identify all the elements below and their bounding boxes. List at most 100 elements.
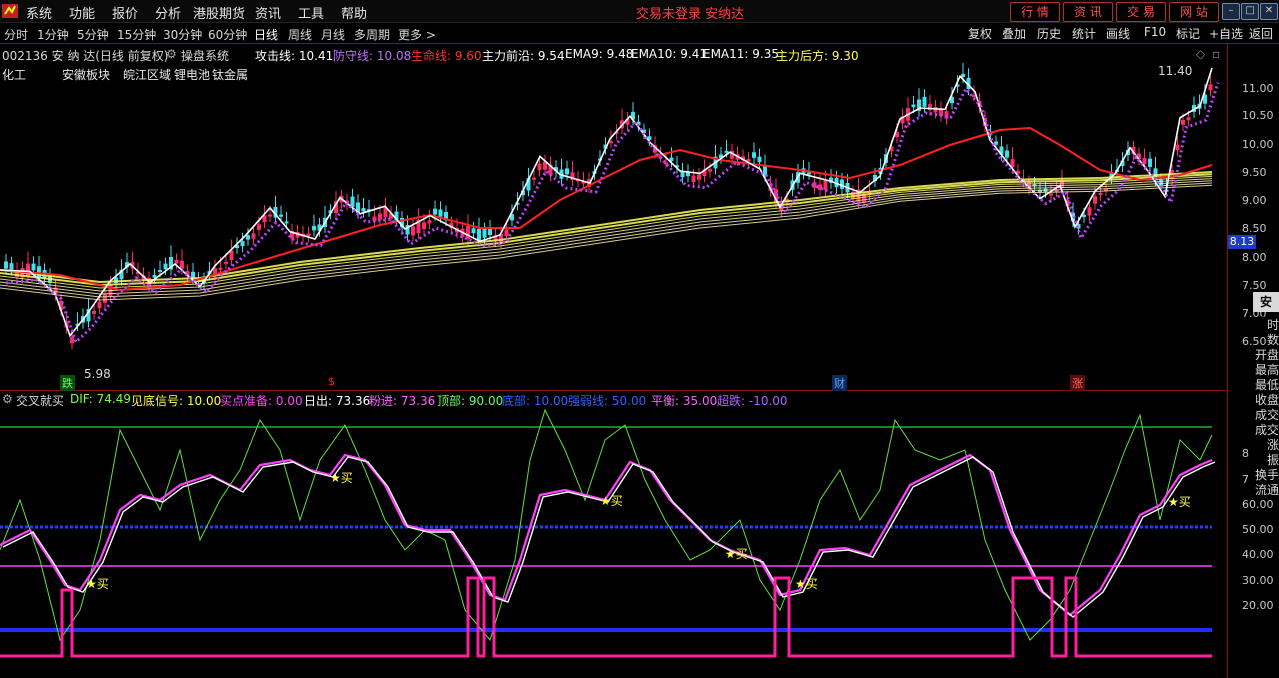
candle-body (422, 222, 426, 230)
candle-body (504, 229, 509, 237)
lower-tick: 20.00 (1242, 599, 1274, 612)
ema-ribbon-line (0, 182, 1213, 298)
candle-body (1208, 84, 1213, 91)
price-tick: 10.50 (1242, 109, 1274, 122)
lower-sunrise: 日出: 73.36 (304, 394, 371, 408)
lower-pink-in: 粉进: 73.36 (369, 394, 436, 408)
candle-body (103, 293, 107, 303)
candle-body (477, 228, 481, 241)
lower-buy-prep: 买点准备: 0.00 (220, 394, 303, 408)
ema-ribbon-line (0, 180, 1213, 295)
price-tick: 11.00 (1242, 82, 1274, 95)
lower-bottom: 底部: 10.00 (502, 394, 569, 408)
high-price-label: 11.40 (1158, 64, 1193, 78)
candle-body (433, 208, 437, 215)
candle-body (1049, 193, 1053, 196)
candle-body (70, 336, 74, 344)
candle-body (752, 152, 756, 158)
event-marker-dollar[interactable]: $ (326, 375, 337, 388)
candle-body (4, 261, 8, 269)
event-marker-drop[interactable]: 跌 (60, 375, 75, 391)
candle-body (565, 168, 569, 175)
candle-body (9, 263, 14, 270)
buy-signal: ★买 (1168, 495, 1191, 509)
candle-body (37, 266, 41, 278)
candle-body (1005, 150, 1009, 158)
candle-body (1082, 214, 1086, 218)
candle-body (488, 228, 492, 236)
candle-body (482, 228, 487, 238)
candle-body (26, 263, 30, 277)
candle-body (922, 96, 927, 107)
event-marker-finance[interactable]: 财 (832, 375, 847, 391)
candle-body (268, 214, 272, 217)
candle-body (246, 235, 250, 240)
candle-body (961, 74, 965, 78)
pink-line (0, 453, 1213, 617)
candle-body (609, 141, 613, 144)
low-price-label: 5.98 (84, 367, 111, 381)
pane-divider (0, 390, 1227, 391)
axis-divider (1227, 43, 1228, 678)
lower-dif: DIF: 74.49 (70, 392, 131, 406)
bottom-signal-pulse (0, 576, 1212, 658)
lower-balance: 平衡: 35.00 (651, 394, 718, 408)
lower-tick: 50.00 (1242, 523, 1274, 536)
candle-body (823, 180, 828, 191)
lower-oversold: 超跌: -10.00 (717, 394, 788, 408)
candle-body (92, 310, 96, 314)
candle-body (1093, 196, 1097, 204)
lower-bottom-signal: 见底信号: 10.00 (131, 394, 222, 408)
candle-body (757, 156, 762, 163)
price-tick: 8.00 (1242, 251, 1267, 264)
candle-body (911, 104, 916, 108)
candle-body (97, 301, 102, 309)
candle-body (691, 175, 696, 183)
attack-line (0, 67, 1213, 338)
lower-tick: 30.00 (1242, 574, 1274, 587)
candle-body (427, 220, 432, 224)
candle-body (158, 269, 162, 272)
lower-settings-icon[interactable]: ⚙ (2, 392, 13, 406)
price-tick: 9.50 (1242, 166, 1267, 179)
candle-body (174, 259, 179, 264)
sunrise-line (2, 456, 1216, 618)
lower-tick: 40.00 (1242, 548, 1274, 561)
side-panel-header[interactable]: 安 纳 (1253, 292, 1279, 329)
candle-body (1148, 158, 1152, 167)
lower-indicator-name[interactable]: 交叉就买 (16, 392, 64, 409)
candle-body (1181, 119, 1185, 125)
candle-body (240, 241, 245, 247)
price-tick: 10.00 (1242, 138, 1274, 151)
candle-body (537, 163, 542, 171)
candle-body (708, 169, 712, 172)
event-marker-rise[interactable]: 涨 (1070, 375, 1085, 391)
candle-body (279, 214, 283, 217)
lower-strength: 强弱线: 50.00 (568, 394, 647, 408)
candle-body (438, 209, 443, 217)
candle-body (1098, 193, 1103, 196)
candle-body (697, 174, 701, 180)
candle-body (471, 228, 476, 234)
candle-body (163, 263, 168, 270)
candle-body (251, 233, 256, 239)
candle-body (1087, 207, 1092, 216)
ema-ribbon-line (0, 184, 1213, 301)
candle-body (1175, 144, 1180, 151)
candle-body (218, 267, 223, 270)
price-tick: 8.50 (1242, 222, 1267, 235)
lower-tick: 8 (1242, 447, 1249, 460)
buy-signal: ★买 (725, 547, 748, 561)
buy-signal: ★买 (795, 577, 818, 591)
candle-body (411, 226, 415, 236)
candle-body (680, 171, 685, 178)
price-chart[interactable] (0, 0, 1279, 678)
current-price-tag: 8.13 (1228, 235, 1256, 249)
buy-signal: ★买 (86, 577, 109, 591)
dif-line (0, 408, 1213, 642)
candle-body (724, 150, 729, 153)
price-tick: 9.00 (1242, 194, 1267, 207)
buy-signal: ★买 (330, 471, 353, 485)
candle-body (361, 208, 366, 212)
lower-tick: 7 (1242, 473, 1249, 486)
